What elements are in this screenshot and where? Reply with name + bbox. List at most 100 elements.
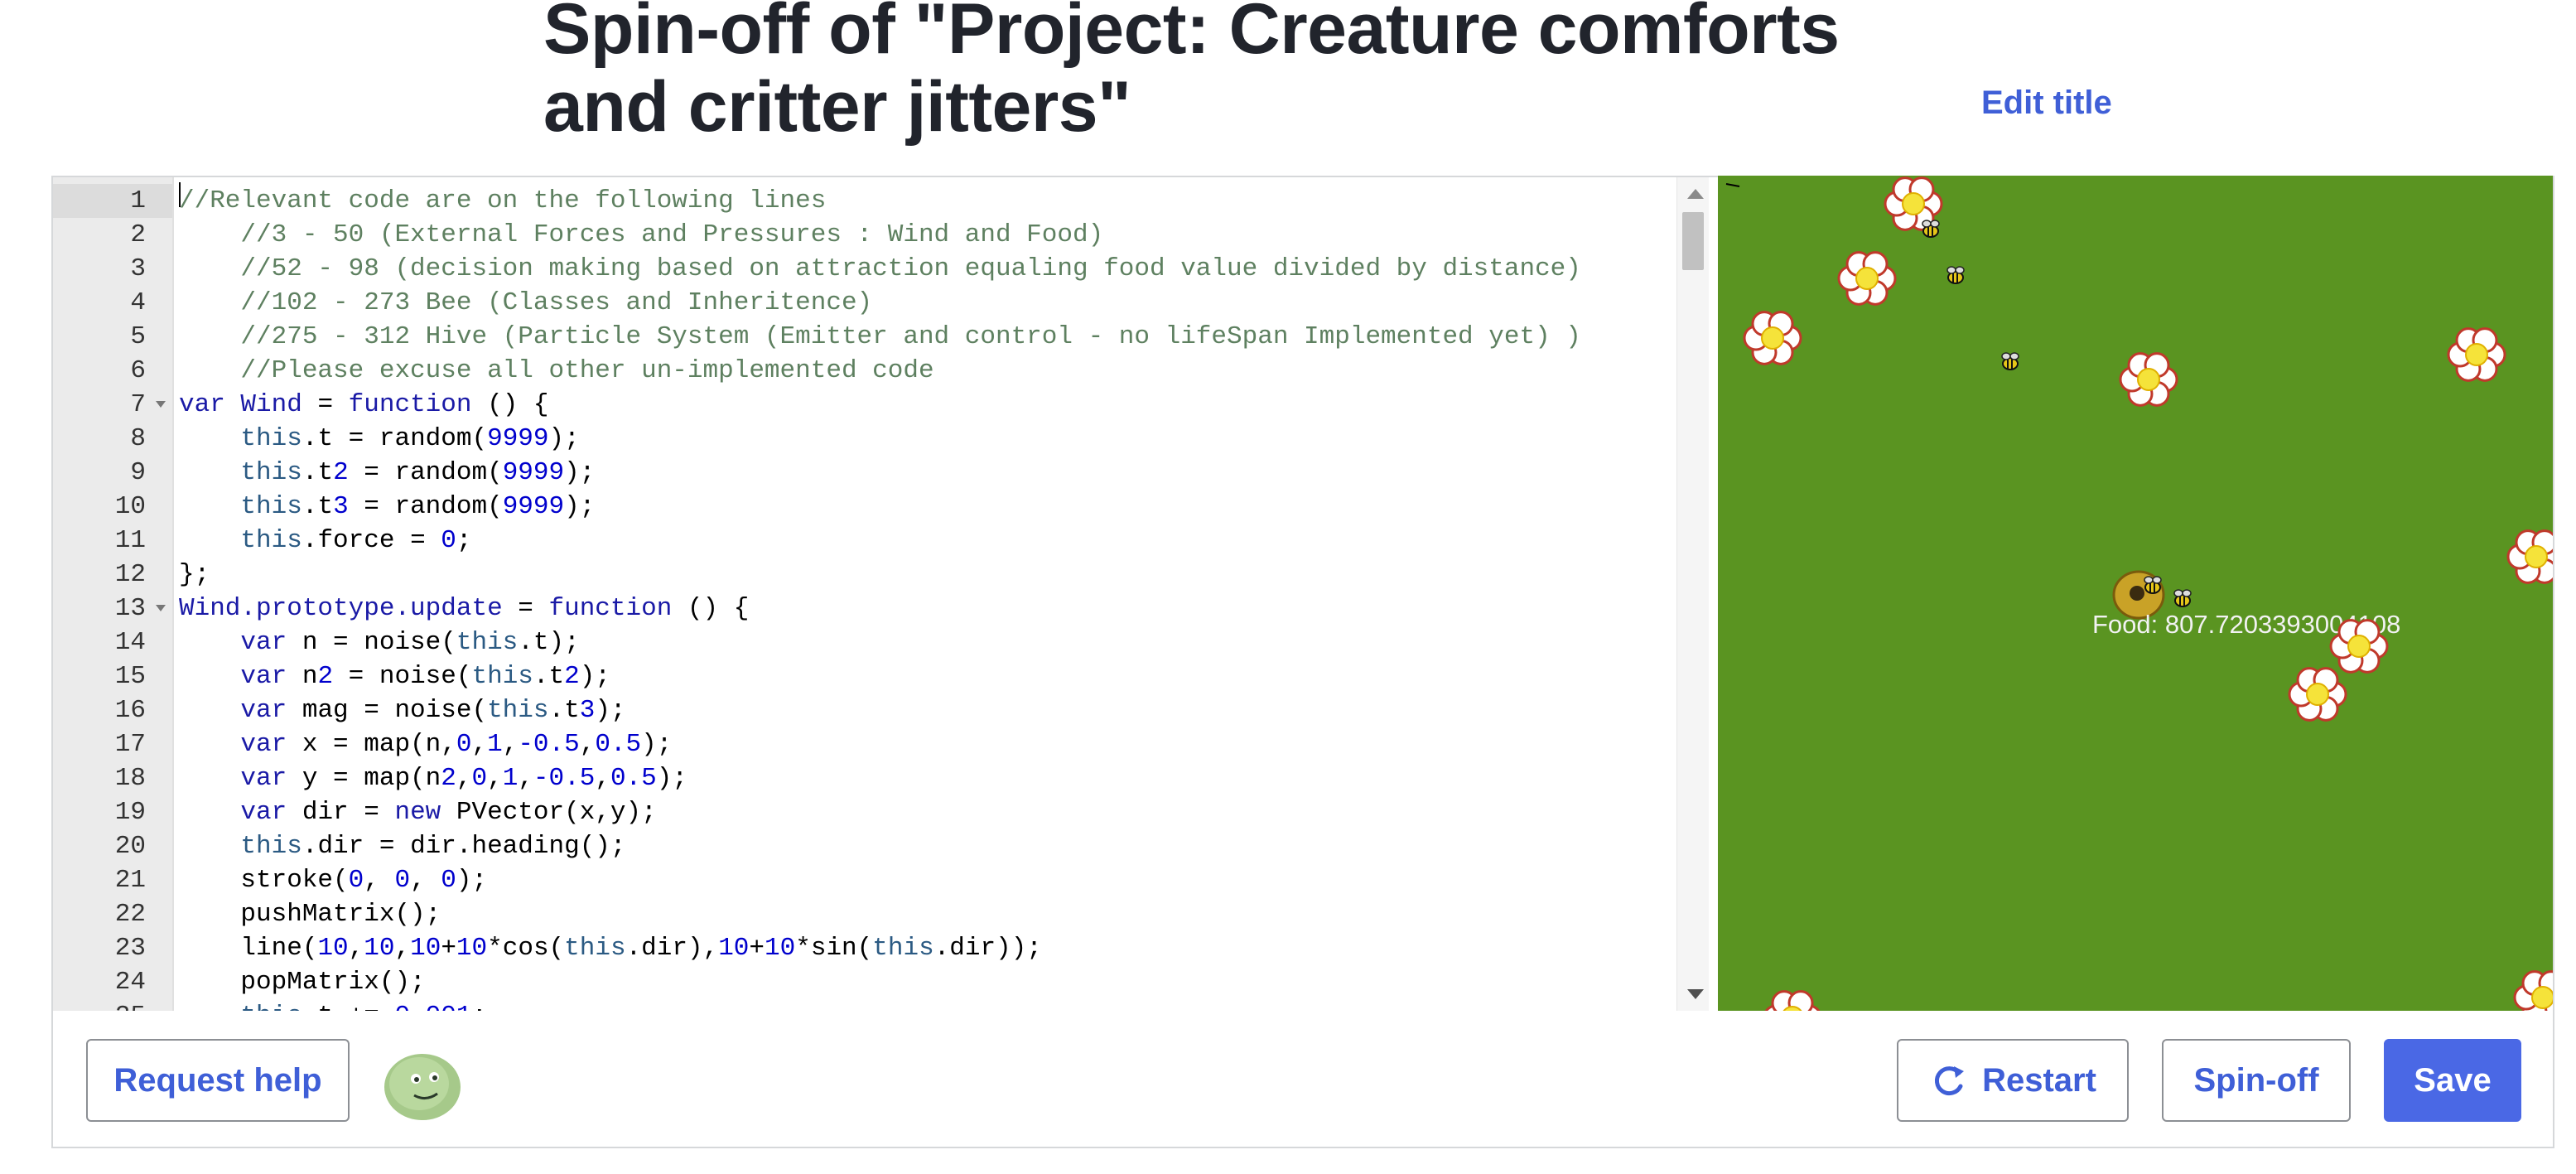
scroll-down-icon[interactable] bbox=[1687, 989, 1704, 999]
line-number: 17 bbox=[53, 727, 172, 761]
line-number-text: 6 bbox=[130, 356, 146, 385]
code-line[interactable]: var n = noise(this.t); bbox=[179, 626, 579, 659]
restart-button[interactable]: Restart bbox=[1897, 1039, 2129, 1122]
bee-icon bbox=[2144, 576, 2162, 594]
line-number-text: 13 bbox=[114, 594, 146, 623]
flower-icon bbox=[1764, 990, 1821, 1011]
line-number: 9 bbox=[53, 456, 172, 490]
code-line[interactable]: this.t3 = random(9999); bbox=[179, 490, 595, 524]
scroll-up-icon[interactable] bbox=[1687, 189, 1704, 199]
code-editor[interactable]: 1234567891011121314151617181920212223242… bbox=[53, 177, 1701, 1011]
code-line[interactable]: popMatrix(); bbox=[179, 965, 425, 999]
flower-icon bbox=[2447, 327, 2506, 382]
line-number-text: 7 bbox=[130, 390, 146, 419]
code-line[interactable]: //275 - 312 Hive (Particle System (Emitt… bbox=[179, 320, 1580, 354]
code-line[interactable]: //Relevant code are on the following lin… bbox=[179, 184, 826, 218]
line-number-text: 19 bbox=[114, 798, 146, 827]
code-line[interactable]: //102 - 273 Bee (Classes and Inheritence… bbox=[179, 286, 872, 320]
code-line[interactable]: var mag = noise(this.t3); bbox=[179, 693, 625, 727]
line-number-text: 3 bbox=[130, 254, 146, 283]
line-number-text: 25 bbox=[115, 999, 146, 1011]
line-number-text: 12 bbox=[114, 560, 146, 589]
save-button[interactable]: Save bbox=[2384, 1039, 2521, 1122]
line-number: 3 bbox=[53, 252, 172, 286]
code-area[interactable]: //Relevant code are on the following lin… bbox=[179, 177, 1701, 1011]
code-line[interactable]: pushMatrix(); bbox=[179, 897, 441, 931]
line-number-text: 9 bbox=[130, 458, 146, 487]
scroll-thumb[interactable] bbox=[1682, 212, 1704, 270]
code-line[interactable]: Wind.prototype.update = function () { bbox=[179, 592, 749, 626]
text-cursor bbox=[179, 182, 181, 207]
line-number-text: 5 bbox=[130, 322, 146, 351]
flower-icon bbox=[1837, 251, 1897, 306]
code-line[interactable]: var y = map(n2,0,1,-0.5,0.5); bbox=[179, 761, 687, 795]
flower-icon bbox=[1743, 311, 1802, 365]
line-number-text: 17 bbox=[114, 730, 146, 759]
line-number: 14 bbox=[53, 626, 172, 659]
code-line[interactable]: //52 - 98 (decision making based on attr… bbox=[179, 252, 1580, 286]
fold-arrow-icon[interactable] bbox=[156, 605, 166, 611]
line-number: 5 bbox=[53, 320, 172, 354]
line-number-text: 21 bbox=[114, 866, 146, 895]
line-number-text: 1 bbox=[130, 186, 146, 215]
fold-arrow-icon[interactable] bbox=[156, 401, 166, 408]
line-number: 11 bbox=[53, 524, 172, 558]
code-line[interactable]: //Please excuse all other un-implemented… bbox=[179, 354, 933, 388]
code-line[interactable]: this.t2 = random(9999); bbox=[179, 456, 595, 490]
line-number: 1 bbox=[53, 184, 172, 218]
code-line[interactable]: line(10,10,10+10*cos(this.dir),10+10*sin… bbox=[179, 931, 1042, 965]
line-number-text: 24 bbox=[114, 968, 146, 997]
line-number: 22 bbox=[53, 897, 172, 931]
line-number: 2 bbox=[53, 218, 172, 252]
restart-label: Restart bbox=[1982, 1061, 2096, 1099]
flower-icon bbox=[2506, 529, 2553, 584]
line-number-text: 16 bbox=[114, 696, 146, 725]
line-number: 8 bbox=[53, 422, 172, 456]
line-number-text: 23 bbox=[114, 934, 146, 963]
wind-indicator-icon bbox=[1725, 183, 1740, 187]
code-line[interactable]: var dir = new PVector(x,y); bbox=[179, 795, 656, 829]
spinoff-button[interactable]: Spin-off bbox=[2162, 1039, 2351, 1122]
bee-icon bbox=[2173, 589, 2192, 607]
line-number-text: 11 bbox=[114, 526, 146, 555]
code-line[interactable]: var Wind = function () { bbox=[179, 388, 549, 422]
bee-icon bbox=[1946, 266, 1965, 284]
edit-title-link[interactable]: Edit title bbox=[1981, 85, 2112, 122]
bee-icon bbox=[1922, 220, 1940, 238]
line-number-text: 14 bbox=[114, 628, 146, 657]
avatar bbox=[384, 1054, 461, 1120]
line-number-gutter: 1234567891011121314151617181920212223242… bbox=[53, 177, 174, 1011]
line-number-text: 18 bbox=[114, 764, 146, 793]
code-line[interactable]: this.t += 0.001; bbox=[179, 999, 487, 1011]
line-number-text: 15 bbox=[114, 662, 146, 691]
code-line[interactable]: this.force = 0; bbox=[179, 524, 471, 558]
flower-icon bbox=[2513, 970, 2553, 1011]
line-number: 21 bbox=[53, 863, 172, 897]
line-number: 20 bbox=[53, 829, 172, 863]
code-line[interactable]: this.dir = dir.heading(); bbox=[179, 829, 625, 863]
line-number: 18 bbox=[53, 761, 172, 795]
code-line[interactable]: var n2 = noise(this.t2); bbox=[179, 659, 610, 693]
code-line[interactable]: this.t = random(9999); bbox=[179, 422, 579, 456]
line-number: 16 bbox=[53, 693, 172, 727]
code-line[interactable]: stroke(0, 0, 0); bbox=[179, 863, 487, 897]
request-help-button[interactable]: Request help bbox=[86, 1039, 350, 1122]
line-number: 15 bbox=[53, 659, 172, 693]
program-output-canvas[interactable]: Food: 807.7203393004108 bbox=[1718, 176, 2553, 1011]
line-number-text: 4 bbox=[130, 288, 146, 317]
line-number: 4 bbox=[53, 286, 172, 320]
flower-icon bbox=[2119, 352, 2178, 407]
code-line[interactable]: }; bbox=[179, 558, 210, 592]
line-number-text: 2 bbox=[130, 220, 146, 249]
code-line[interactable]: var x = map(n,0,1,-0.5,0.5); bbox=[179, 727, 672, 761]
line-number-text: 8 bbox=[130, 424, 146, 453]
line-number: 23 bbox=[53, 931, 172, 965]
line-number: 12 bbox=[53, 558, 172, 592]
line-number: 24 bbox=[53, 965, 172, 999]
page-title: Spin-off of "Project: Creature comforts … bbox=[543, 0, 1840, 147]
line-number-text: 22 bbox=[114, 900, 146, 929]
flower-icon bbox=[2288, 667, 2347, 722]
editor-scrollbar[interactable] bbox=[1676, 177, 1709, 1011]
bee-icon bbox=[2001, 352, 2019, 370]
code-line[interactable]: //3 - 50 (External Forces and Pressures … bbox=[179, 218, 1103, 252]
